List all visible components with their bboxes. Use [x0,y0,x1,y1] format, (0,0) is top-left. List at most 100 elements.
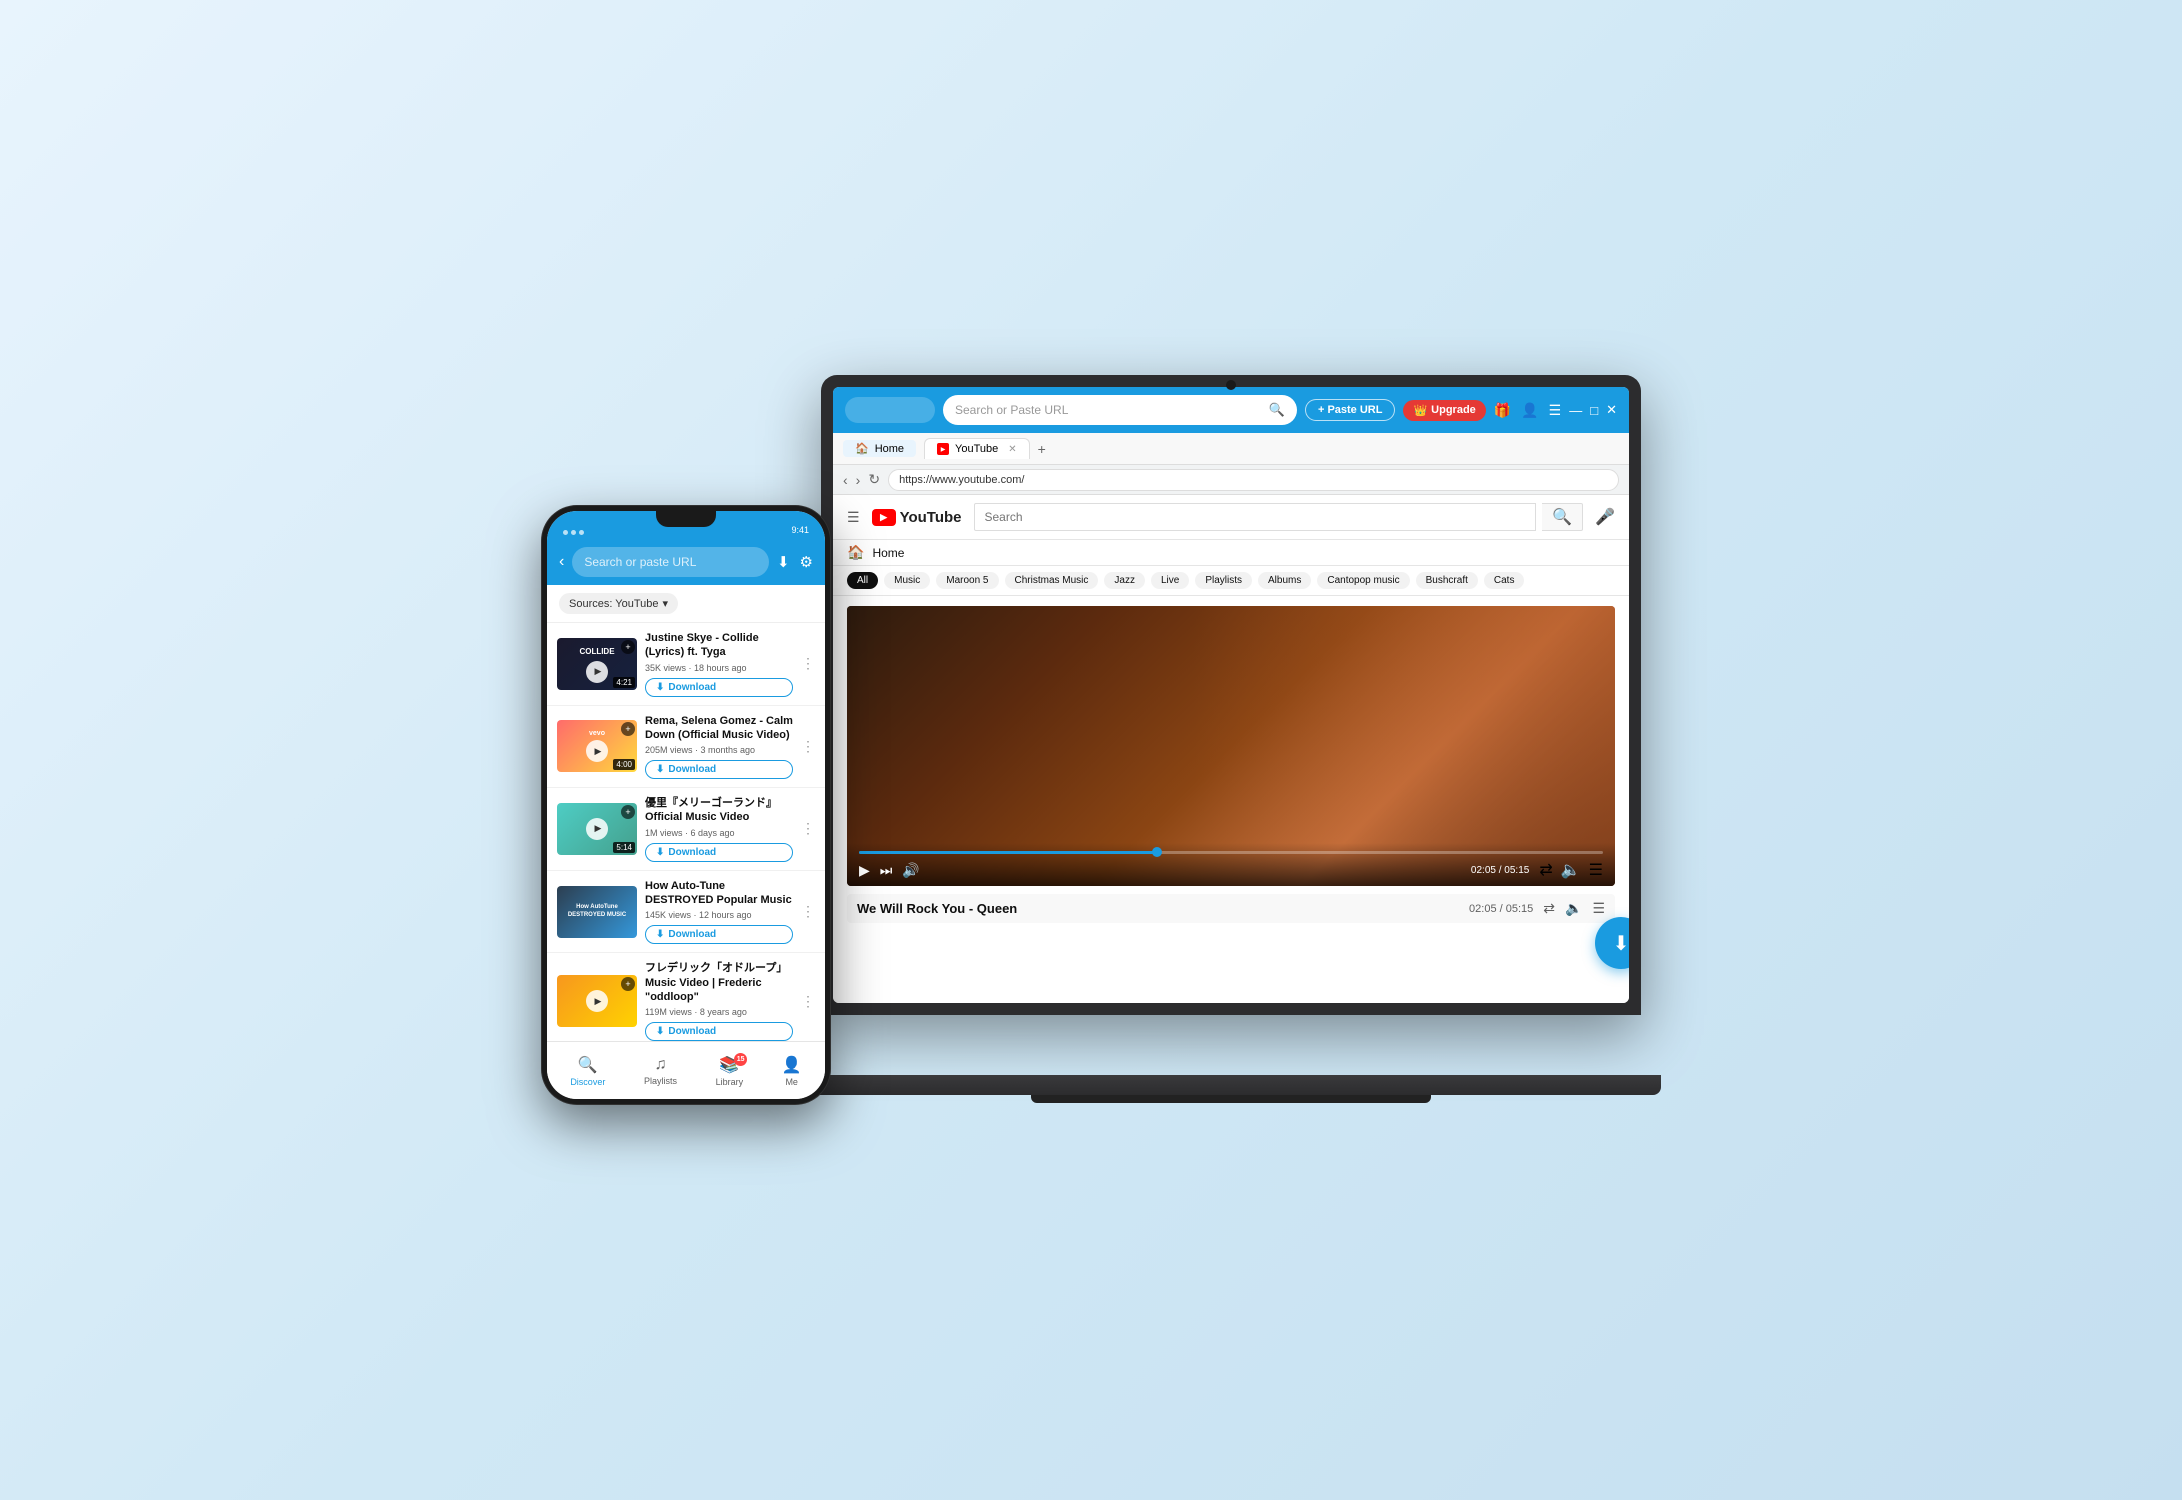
yt-search-button[interactable]: 🔍 [1542,503,1583,531]
more-btn-3[interactable]: ⋮ [801,820,815,837]
phone-back-button[interactable]: ‹ [559,553,564,571]
yt-mic-icon[interactable]: 🎤 [1595,507,1615,527]
topbar-icons: 🎁 👤 ☰ [1494,402,1561,419]
duration-2: 4:00 [613,759,635,770]
forward-button[interactable]: › [856,472,861,488]
cat-chip-all[interactable]: All [847,572,878,589]
cat-chip-cats[interactable]: Cats [1484,572,1525,589]
add-btn-1[interactable]: + [621,640,635,654]
item-info-3: 優里『メリーゴーランド』Official Music Video 1M view… [645,796,793,862]
new-tab-button[interactable]: + [1038,441,1046,457]
menu-icon[interactable]: ☰ [1549,402,1562,419]
phone-download-icon[interactable]: ⬇ [777,553,790,571]
play-button[interactable]: ▶ [859,862,870,879]
home-tab[interactable]: 🏠 Home [843,440,916,457]
video-player[interactable]: ▶ ⏭ 🔊 02:05 / 05:15 ⇄ 🔈 [847,606,1615,886]
close-button[interactable]: ✕ [1606,402,1617,418]
address-input[interactable]: https://www.youtube.com/ [888,469,1619,491]
more-btn-5[interactable]: ⋮ [801,993,815,1010]
queue-icon[interactable]: ☰ [1589,860,1603,880]
more-btn-1[interactable]: ⋮ [801,655,815,672]
cat-chip-maroon5[interactable]: Maroon 5 [936,572,998,589]
upgrade-button[interactable]: 👑 Upgrade [1403,400,1485,421]
cat-chip-albums[interactable]: Albums [1258,572,1311,589]
home-nav-label[interactable]: Home [872,546,904,560]
hamburger-icon[interactable]: ☰ [847,509,860,526]
queue-ctrl[interactable]: ☰ [1592,900,1605,917]
search-bar[interactable]: Search or Paste URL 🔍 [943,395,1297,425]
paste-url-button[interactable]: + Paste URL [1305,399,1396,421]
progress-bar[interactable] [859,851,1603,854]
cat-chip-playlists[interactable]: Playlists [1195,572,1252,589]
yt-search-input[interactable] [974,503,1537,531]
download-button-3[interactable]: ⬇ Download [645,843,793,862]
volume-button[interactable]: 🔊 [902,862,919,879]
nav-item-me[interactable]: 👤 Me [782,1055,802,1087]
status-dot-3 [579,530,584,535]
youtube-tab[interactable]: YouTube ✕ [924,438,1030,459]
search-icon: 🔍 [1269,402,1285,418]
list-item: 5:14 + 優里『メリーゴーランド』Official Music Video … [547,788,825,871]
cat-chip-christmas[interactable]: Christmas Music [1005,572,1099,589]
item-info-5: フレデリック「オドループ」Music Video | Frederic "odd… [645,961,793,1041]
home-icon: 🏠 [855,442,869,455]
status-dot-1 [563,530,568,535]
user-icon[interactable]: 👤 [1521,402,1538,419]
laptop-notch [1226,380,1236,390]
phone-screen: 9:41 ‹ Search or paste URL ⬇ ⚙ [547,511,825,1099]
download-button-4[interactable]: ⬇ Download [645,925,793,944]
more-btn-2[interactable]: ⋮ [801,738,815,755]
cat-chip-live[interactable]: Live [1151,572,1189,589]
laptop: Search or Paste URL 🔍 + Paste URL 👑 Upgr… [821,375,1641,1095]
phone-video-list: COLLIDE 4:21 + Justine Skye - Collide (L… [547,623,825,1046]
sources-dropdown[interactable]: Sources: YouTube ▾ [559,593,678,614]
play-icon-2[interactable] [586,740,608,762]
download-fab-icon: ⬇ [1613,931,1629,956]
phone-search-bar[interactable]: Search or paste URL [572,547,769,577]
download-button-1[interactable]: ⬇ Download [645,678,793,697]
download-button-2[interactable]: ⬇ Download [645,760,793,779]
yt-header: ☰ YouTube 🔍 🎤 [833,495,1629,540]
phone-settings-icon[interactable]: ⚙ [800,553,813,571]
sources-label: Sources: YouTube [569,598,659,610]
thumb-bg-autotune: How AutoTune DESTROYED MUSIC [557,886,637,938]
gift-icon[interactable]: 🎁 [1494,402,1511,419]
thumbnail-oddloop: + [557,975,637,1027]
nav-item-playlists[interactable]: ♫ Playlists [644,1056,677,1086]
shuffle-ctrl[interactable]: ⇄ [1543,900,1555,917]
status-dots [563,530,584,535]
skip-button[interactable]: ⏭ [880,862,893,879]
cat-chip-bushcraft[interactable]: Bushcraft [1416,572,1478,589]
yt-favicon [937,443,949,455]
nav-item-library[interactable]: 📚 15 Library [716,1055,744,1087]
volume-icon[interactable]: 🔈 [1561,860,1581,880]
refresh-button[interactable]: ↻ [868,471,880,488]
cat-chip-jazz[interactable]: Jazz [1104,572,1145,589]
cat-chip-music[interactable]: Music [884,572,930,589]
volume-ctrl[interactable]: 🔈 [1565,900,1582,917]
maximize-button[interactable]: □ [1590,403,1598,418]
play-icon-3[interactable] [586,818,608,840]
dl-icon-5: ⬇ [656,1026,664,1037]
back-button[interactable]: ‹ [843,472,848,488]
shuffle-icon[interactable]: ⇄ [1539,860,1552,880]
minimize-button[interactable]: — [1569,403,1582,418]
more-btn-4[interactable]: ⋮ [801,903,815,920]
dl-icon-1: ⬇ [656,682,664,693]
progress-fill [859,851,1157,854]
video-controls-row: ▶ ⏭ 🔊 02:05 / 05:15 ⇄ 🔈 [859,860,1603,880]
playlists-icon: ♫ [654,1056,666,1074]
add-btn-3[interactable]: + [621,805,635,819]
download-fab-button[interactable]: ⬇ [1595,917,1629,969]
download-button-5[interactable]: ⬇ Download [645,1022,793,1041]
dl-icon-2: ⬇ [656,764,664,775]
tab-close-button[interactable]: ✕ [1008,444,1016,455]
nav-item-discover[interactable]: 🔍 Discover [570,1055,605,1087]
yt-search-container: 🔍 🎤 [974,503,1616,531]
thumbnail-merry: 5:14 + [557,803,637,855]
play-icon-5[interactable] [586,990,608,1012]
phone-notch [656,511,716,527]
play-icon-1[interactable] [586,661,608,683]
cat-chip-cantopop[interactable]: Cantopop music [1317,572,1409,589]
thumbnail-autotune: How AutoTune DESTROYED MUSIC [557,886,637,938]
